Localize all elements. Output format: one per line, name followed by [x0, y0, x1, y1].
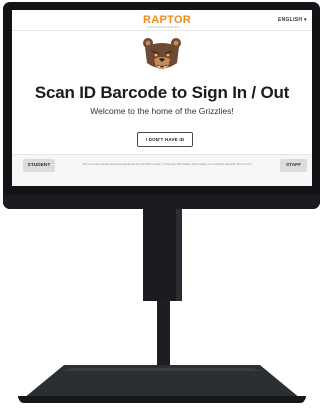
- kiosk-screen: RAPTOR TECHNOLOGIES ENGLISH ▾ Scan ID Ba…: [12, 10, 312, 186]
- monitor-chin: [3, 195, 320, 209]
- stand-base-edge: [18, 396, 306, 403]
- page-title: Scan ID Barcode to Sign In / Out: [34, 83, 290, 102]
- welcome-subtitle: Welcome to the home of the Grizzlies!: [90, 106, 234, 116]
- legal-footer-text: The use of this website constitutes agre…: [82, 163, 252, 166]
- stand-neck: [143, 209, 180, 301]
- student-button[interactable]: STUDENT: [23, 159, 55, 172]
- bottom-bar: [12, 154, 312, 186]
- language-selector[interactable]: ENGLISH ▾: [278, 17, 307, 23]
- stand-base-highlight: [60, 368, 264, 371]
- grizzly-bear-icon: [143, 38, 181, 69]
- staff-button[interactable]: STAFF: [280, 159, 307, 172]
- no-id-button[interactable]: I DON'T HAVE ID: [137, 132, 193, 147]
- logo-tagline: TECHNOLOGIES: [147, 25, 181, 29]
- stand-neck-edge: [176, 209, 182, 301]
